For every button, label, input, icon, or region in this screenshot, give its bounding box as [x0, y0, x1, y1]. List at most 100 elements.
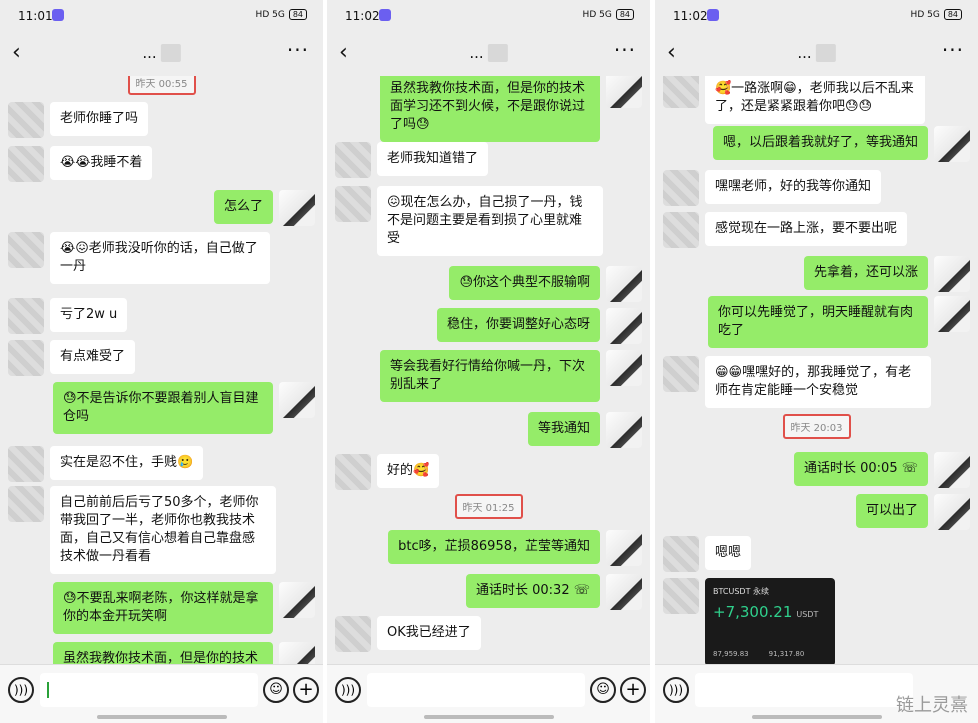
my-avatar[interactable]	[934, 126, 970, 162]
my-avatar[interactable]	[934, 494, 970, 530]
status-time: 11:01	[18, 9, 53, 23]
contact-avatar[interactable]	[8, 146, 44, 182]
message-bubble[interactable]: 自己前前后后亏了50多个，老师你带我回了一半，老师你也教我技术面，自己又有信心想…	[50, 486, 276, 574]
contact-avatar[interactable]	[8, 102, 44, 138]
message-bubble[interactable]: 好的🥰	[377, 454, 440, 488]
message-bubble[interactable]: 😓不要乱来啊老陈，你这样就是拿你的本金开玩笑啊	[53, 582, 273, 634]
call-record-bubble[interactable]: 通话时长 00:32 ☏	[466, 574, 600, 608]
message-bubble[interactable]: 嘿嘿老师，好的我等你通知	[705, 170, 882, 204]
contact-avatar[interactable]	[663, 170, 699, 206]
message-bubble[interactable]: 嗯嗯	[705, 536, 752, 570]
message-bubble[interactable]: 😁😁嘿嘿好的，那我睡觉了，有老师在肯定能睡一个安稳觉	[705, 356, 931, 408]
my-avatar[interactable]	[606, 76, 642, 108]
home-indicator[interactable]	[751, 715, 882, 719]
chat-title: ...	[797, 44, 836, 62]
message-list[interactable]: 虽然我教你技术面，但是你的技术面学习还不到火候，不是跟你说过了吗😓 老师我知道错…	[327, 76, 650, 664]
message-bubble[interactable]: 你可以先睡觉了，明天睡醒就有肉吃了	[708, 296, 928, 348]
my-avatar[interactable]	[606, 266, 642, 302]
message-list[interactable]: 🥰一路涨啊😁，老师我以后不乱来了，还是紧紧跟着你吧😓😓 嗯，以后跟着我就好了，等…	[655, 76, 978, 664]
my-avatar[interactable]	[606, 530, 642, 566]
pnl-share-card[interactable]: BTCUSDT 永续 +7,300.21 USDT 87,959.83 91,317…	[705, 578, 835, 664]
voice-icon[interactable]: )))	[663, 677, 689, 703]
status-time: 11:02	[345, 9, 380, 23]
contact-avatar[interactable]	[335, 454, 371, 490]
message-bubble[interactable]: 实在是忍不住，手贱🥲	[50, 446, 204, 480]
message-bubble[interactable]: 老师你睡了吗	[50, 102, 149, 136]
message-bubble[interactable]: 稳住，你要调整好心态呀	[436, 308, 600, 342]
contact-avatar[interactable]	[8, 446, 44, 482]
my-avatar[interactable]	[279, 190, 315, 226]
my-avatar[interactable]	[606, 574, 642, 610]
message-bubble[interactable]: btc哆，芷损86958，芷莹等通知	[388, 530, 600, 564]
contact-avatar[interactable]	[663, 356, 699, 392]
message-bubble[interactable]: 可以出了	[855, 494, 928, 528]
message-bubble[interactable]: 😭😭我睡不着	[50, 146, 153, 180]
watermark: 链上灵熹	[896, 695, 968, 716]
contact-avatar[interactable]	[8, 340, 44, 376]
contact-avatar[interactable]	[8, 232, 44, 268]
message-list[interactable]: 昨天 00:55 老师你睡了吗 😭😭我睡不着 怎么了 😭😖老师我没听你的话，自己…	[0, 76, 323, 664]
message-bubble[interactable]: 虽然我教你技术面，但是你的技术面学习还不到火候，不是跟你说过了吗😓	[380, 76, 600, 142]
my-avatar[interactable]	[934, 296, 970, 332]
status-signal: HD 5G 84	[911, 9, 962, 20]
call-record-bubble[interactable]: 通话时长 00:05 ☏	[794, 452, 928, 486]
plus-icon[interactable]: +	[620, 677, 646, 703]
my-avatar[interactable]	[279, 582, 315, 618]
more-dots-icon[interactable]: ···	[614, 38, 636, 62]
message-bubble[interactable]: 怎么了	[213, 190, 273, 224]
input-bar: ))) 链上灵熹	[655, 664, 978, 723]
message-bubble[interactable]: 😖现在怎么办，自己损了一丹，钱不是问题主要是看到损了心里就难受	[377, 186, 603, 256]
message-bubble[interactable]: 😭😖老师我没听你的话，自己做了一丹	[50, 232, 270, 284]
message-bubble[interactable]: 有点难受了	[50, 340, 136, 374]
contact-avatar[interactable]	[8, 486, 44, 522]
screenshot-collage: 11:01 HD 5G 84 ‹ ... ··· 昨天 00:55 老师你睡了吗 …	[0, 0, 978, 723]
emoji-icon[interactable]: ☺	[263, 677, 289, 703]
contact-avatar[interactable]	[663, 212, 699, 248]
contact-avatar[interactable]	[663, 76, 699, 108]
message-bubble[interactable]: 先拿着，还可以涨	[803, 256, 928, 290]
voice-icon[interactable]: )))	[335, 677, 361, 703]
more-dots-icon[interactable]: ···	[942, 38, 964, 62]
status-bar: 11:02 HD 5G 84	[655, 0, 978, 32]
voice-icon[interactable]: )))	[8, 677, 34, 703]
message-bubble[interactable]: 😓不是告诉你不要跟着别人盲目建仓吗	[53, 382, 273, 434]
timestamp-chip: 昨天 00:55	[127, 76, 196, 95]
message-bubble[interactable]: 嗯，以后跟着我就好了，等我通知	[712, 126, 928, 160]
my-avatar[interactable]	[606, 308, 642, 344]
message-bubble[interactable]: 😓你这个典型不服输啊	[449, 266, 600, 300]
message-bubble[interactable]: 🥰一路涨啊😁，老师我以后不乱来了，还是紧紧跟着你吧😓😓	[705, 76, 925, 124]
message-bubble[interactable]: 等会我看好行情给你喊一丹，下次别乱来了	[380, 350, 600, 402]
contact-avatar[interactable]	[8, 298, 44, 334]
plus-icon[interactable]: +	[293, 677, 319, 703]
card-prices: 87,959.83 91,317.80	[713, 650, 804, 658]
chevron-left-icon[interactable]: ‹	[339, 42, 348, 64]
message-bubble[interactable]: OK我已经进了	[377, 616, 481, 650]
message-bubble[interactable]: 虽然我教你技术面，但是你的技术	[53, 642, 273, 664]
home-indicator[interactable]	[96, 715, 227, 719]
emoji-icon[interactable]: ☺	[590, 677, 616, 703]
my-avatar[interactable]	[606, 350, 642, 386]
contact-avatar[interactable]	[335, 616, 371, 652]
message-bubble[interactable]: 感觉现在一路上涨，要不要出呢	[705, 212, 908, 246]
contact-avatar[interactable]	[335, 142, 371, 178]
message-input[interactable]	[695, 673, 913, 707]
contact-avatar[interactable]	[663, 578, 699, 614]
home-indicator[interactable]	[423, 715, 554, 719]
chevron-left-icon[interactable]: ‹	[12, 42, 21, 64]
more-dots-icon[interactable]: ···	[287, 38, 309, 62]
message-bubble[interactable]: 等我通知	[527, 412, 600, 446]
message-input[interactable]	[367, 673, 585, 707]
status-signal: HD 5G 84	[256, 9, 307, 20]
my-avatar[interactable]	[606, 412, 642, 448]
chevron-left-icon[interactable]: ‹	[667, 42, 676, 64]
message-input[interactable]	[40, 673, 258, 707]
my-avatar[interactable]	[934, 452, 970, 488]
my-avatar[interactable]	[934, 256, 970, 292]
message-bubble[interactable]: 亏了2w u	[50, 298, 128, 332]
my-avatar[interactable]	[279, 382, 315, 418]
my-avatar[interactable]	[279, 642, 315, 664]
contact-avatar[interactable]	[663, 536, 699, 572]
message-bubble[interactable]: 老师我知道错了	[377, 142, 489, 176]
contact-avatar[interactable]	[335, 186, 371, 222]
battery-icon: 84	[288, 9, 307, 20]
